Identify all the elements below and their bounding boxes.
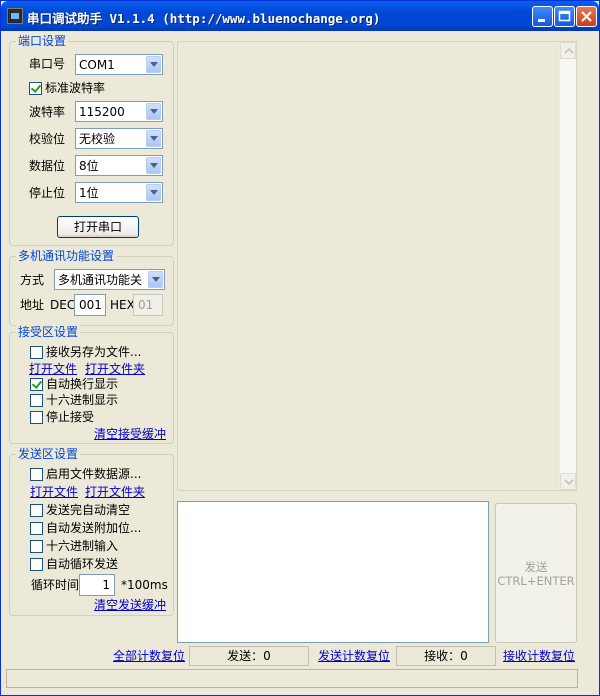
clear-send-link[interactable]: 清空发送缓冲 — [94, 598, 166, 612]
scroll-down-icon — [564, 479, 574, 486]
auto-loop-label: 自动循环发送 — [46, 557, 119, 571]
auto-clear-checkbox[interactable] — [30, 504, 43, 517]
parity-select[interactable]: 无校验 — [75, 128, 163, 149]
send-settings-title: 发送区设置 — [16, 447, 81, 461]
databits-label: 数据位 — [29, 159, 66, 173]
send-button-shortcut: CTRL+ENTER — [497, 574, 575, 588]
hex-address-input: 01 — [133, 294, 163, 316]
auto-loop-checkbox[interactable] — [30, 558, 43, 571]
auto-wrap-checkbox[interactable] — [30, 378, 43, 391]
auto-clear-label: 发送完自动清空 — [46, 503, 131, 517]
parity-value: 无校验 — [79, 132, 116, 146]
auto-append-label: 自动发送附加位... — [46, 521, 142, 535]
hex-display-label: 十六进制显示 — [46, 393, 119, 407]
address-label: 地址 — [20, 298, 45, 312]
file-source-checkbox[interactable] — [30, 468, 43, 481]
mode-label: 方式 — [20, 273, 45, 287]
dropdown-arrow-icon[interactable] — [148, 271, 163, 288]
databits-value: 8位 — [79, 159, 99, 173]
auto-wrap-label: 自动换行显示 — [46, 377, 119, 391]
send-button-label: 发送 — [524, 560, 548, 574]
close-icon — [581, 11, 592, 22]
reset-all-counts-link[interactable]: 全部计数复位 — [113, 649, 185, 663]
dec-label: DEC — [50, 298, 76, 312]
send-text-area[interactable] — [177, 501, 489, 643]
save-to-file-label: 接收另存为文件... — [46, 345, 142, 359]
stopbits-select[interactable]: 1位 — [75, 182, 163, 203]
port-select[interactable]: COM1 — [75, 54, 163, 75]
recv-open-folder-link[interactable]: 打开文件夹 — [85, 362, 145, 376]
multi-comm-title: 多机通讯功能设置 — [16, 249, 117, 263]
maximize-button[interactable] — [554, 6, 575, 27]
dropdown-arrow-icon[interactable] — [146, 130, 161, 147]
receive-scrollbar[interactable] — [559, 42, 576, 490]
maximize-icon — [558, 10, 571, 22]
close-button[interactable] — [576, 6, 597, 27]
port-label: 串口号 — [29, 57, 66, 71]
send-open-file-link[interactable]: 打开文件 — [30, 485, 78, 499]
recv-open-file-link[interactable]: 打开文件 — [29, 362, 77, 376]
stopbits-value: 1位 — [79, 186, 99, 200]
baud-select[interactable]: 115200 — [75, 101, 163, 122]
cycle-time-input[interactable]: 1 — [79, 574, 115, 596]
receive-settings-title: 接受区设置 — [16, 325, 81, 339]
mode-value: 多机通讯功能关 — [58, 273, 143, 287]
main-window: 串口调试助手 V1.1.4 (http://www.bluenochange.o… — [0, 0, 600, 696]
dropdown-arrow-icon[interactable] — [146, 157, 161, 174]
dropdown-arrow-icon[interactable] — [146, 56, 161, 73]
std-baud-label: 标准波特率 — [45, 81, 106, 95]
file-source-label: 启用文件数据源... — [46, 467, 142, 481]
received-count: 接收：0 — [396, 646, 496, 666]
reset-received-count-link[interactable]: 接收计数复位 — [503, 649, 575, 663]
scroll-down-button[interactable] — [560, 473, 576, 490]
send-open-folder-link[interactable]: 打开文件夹 — [85, 485, 145, 499]
hex-input-label: 十六进制输入 — [46, 539, 119, 553]
receive-settings-group: 接受区设置 接收另存为文件... 打开文件 打开文件夹 自动换行显示 十六进制显… — [9, 325, 174, 444]
databits-select[interactable]: 8位 — [75, 155, 163, 176]
dec-address-input[interactable]: 001 — [74, 294, 106, 316]
minimize-button[interactable] — [532, 6, 553, 27]
baud-value: 115200 — [79, 105, 125, 119]
clear-receive-link[interactable]: 清空接受缓冲 — [94, 427, 166, 441]
receive-area[interactable] — [177, 41, 577, 491]
port-settings-group: 端口设置 串口号 COM1 标准波特率 波特率 115200 校验位 无校验 数… — [9, 34, 174, 246]
cycle-time-label: 循环时间 — [31, 578, 80, 592]
port-value: COM1 — [79, 58, 115, 72]
save-to-file-checkbox[interactable] — [30, 346, 43, 359]
dropdown-arrow-icon[interactable] — [146, 184, 161, 201]
multi-comm-group: 多机通讯功能设置 方式 多机通讯功能关 地址 DEC 001 HEX 01 — [9, 249, 174, 326]
minimize-icon — [538, 19, 545, 22]
cycle-unit-label: *100ms — [121, 578, 168, 592]
stop-receive-label: 停止接受 — [46, 410, 95, 424]
scroll-up-icon — [564, 47, 574, 54]
scroll-up-button[interactable] — [560, 42, 576, 59]
auto-append-checkbox[interactable] — [30, 522, 43, 535]
stop-receive-checkbox[interactable] — [30, 411, 43, 424]
title-bar[interactable]: 串口调试助手 V1.1.4 (http://www.bluenochange.o… — [1, 1, 599, 31]
send-settings-group: 发送区设置 启用文件数据源... 打开文件 打开文件夹 发送完自动清空 自动发送… — [9, 447, 174, 616]
mode-select[interactable]: 多机通讯功能关 — [54, 269, 165, 290]
stopbits-label: 停止位 — [29, 186, 66, 200]
dropdown-arrow-icon[interactable] — [146, 103, 161, 120]
app-icon — [7, 8, 23, 24]
parity-label: 校验位 — [29, 132, 66, 146]
status-bar — [6, 669, 578, 688]
reset-sent-count-link[interactable]: 发送计数复位 — [318, 649, 390, 663]
port-settings-title: 端口设置 — [16, 34, 69, 48]
open-port-button[interactable]: 打开串口 — [57, 216, 139, 238]
hex-label: HEX — [110, 298, 135, 312]
baud-label: 波特率 — [29, 105, 66, 119]
hex-input-checkbox[interactable] — [30, 540, 43, 553]
std-baud-checkbox[interactable] — [29, 82, 42, 95]
sent-count: 发送：0 — [189, 646, 309, 666]
send-button[interactable]: 发送 CTRL+ENTER — [495, 503, 577, 643]
window-title: 串口调试助手 V1.1.4 (http://www.bluenochange.o… — [27, 11, 381, 26]
hex-display-checkbox[interactable] — [30, 394, 43, 407]
